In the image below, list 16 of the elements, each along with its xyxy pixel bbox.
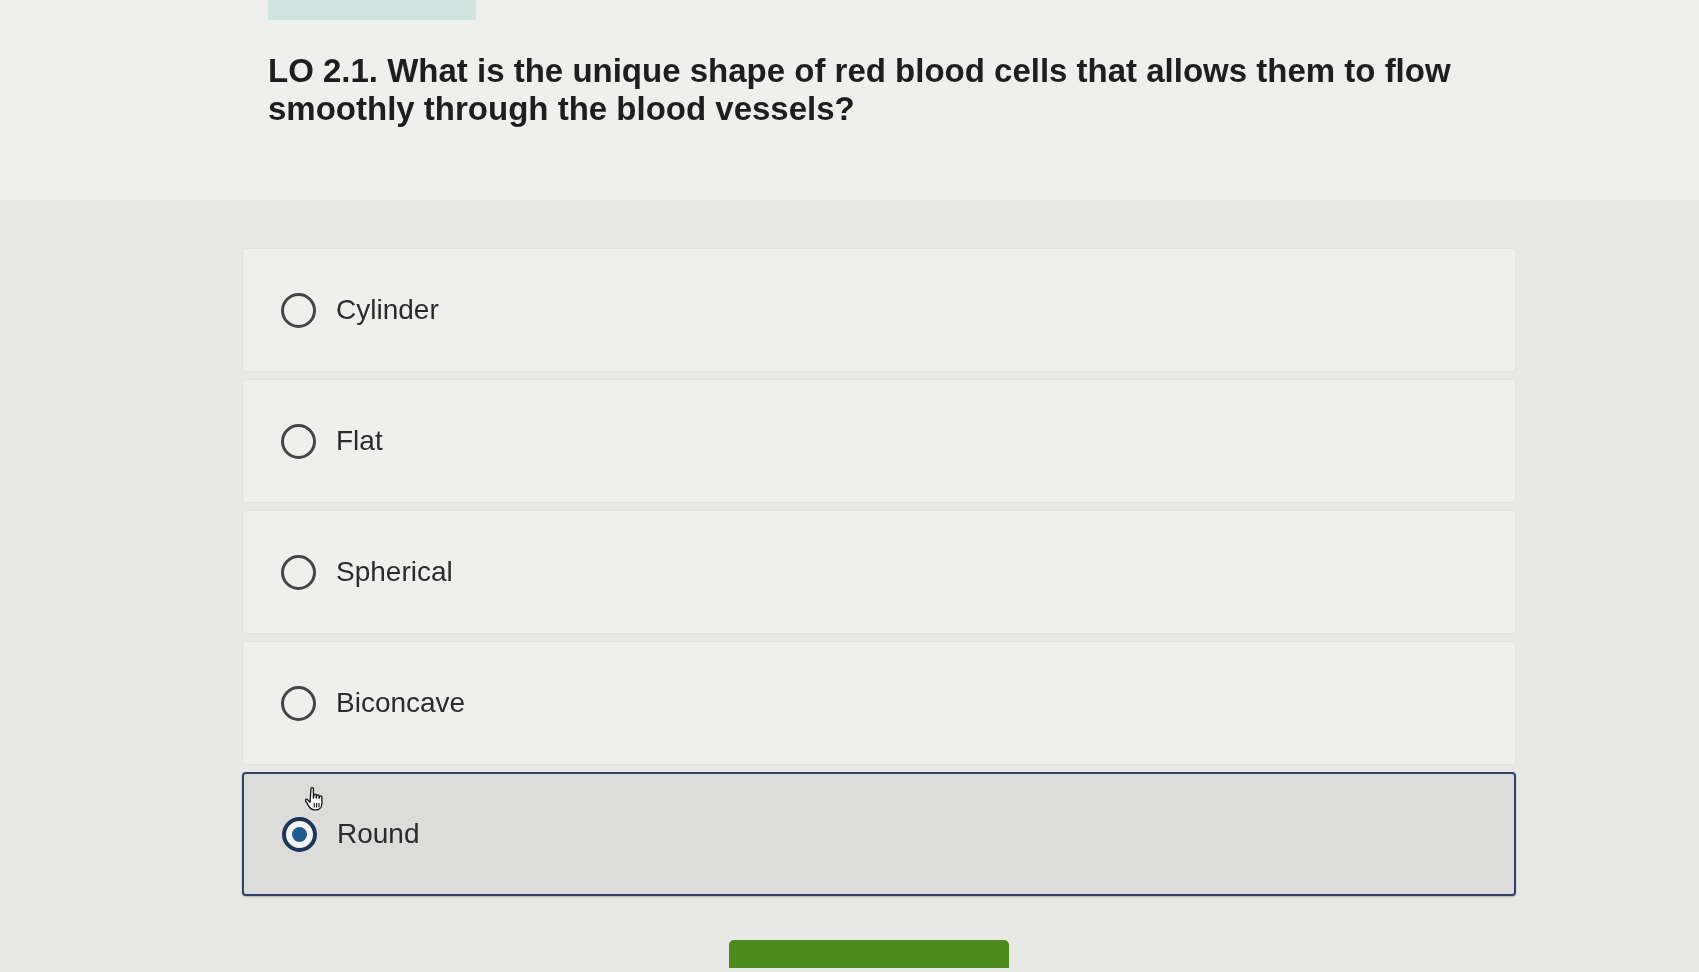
- answer-option[interactable]: Spherical: [242, 510, 1516, 634]
- answer-option[interactable]: Biconcave: [242, 641, 1516, 765]
- radio-button[interactable]: [281, 423, 316, 459]
- answer-option[interactable]: Cylinder: [242, 248, 1516, 372]
- option-label: Spherical: [336, 556, 453, 588]
- answer-option[interactable]: Flat: [242, 379, 1516, 503]
- option-label: Cylinder: [336, 294, 439, 326]
- option-label: Flat: [336, 425, 383, 457]
- radio-button[interactable]: [281, 554, 316, 590]
- radio-button[interactable]: [281, 685, 316, 721]
- question-text: LO 2.1. What is the unique shape of red blood cells that allows them to flow smoothly through the blood vessels?: [268, 52, 1452, 128]
- option-label: Biconcave: [336, 687, 466, 719]
- answer-option[interactable]: Round: [242, 772, 1516, 896]
- radio-button[interactable]: [281, 292, 316, 328]
- option-label: Round: [337, 818, 420, 850]
- radio-button[interactable]: [282, 816, 317, 852]
